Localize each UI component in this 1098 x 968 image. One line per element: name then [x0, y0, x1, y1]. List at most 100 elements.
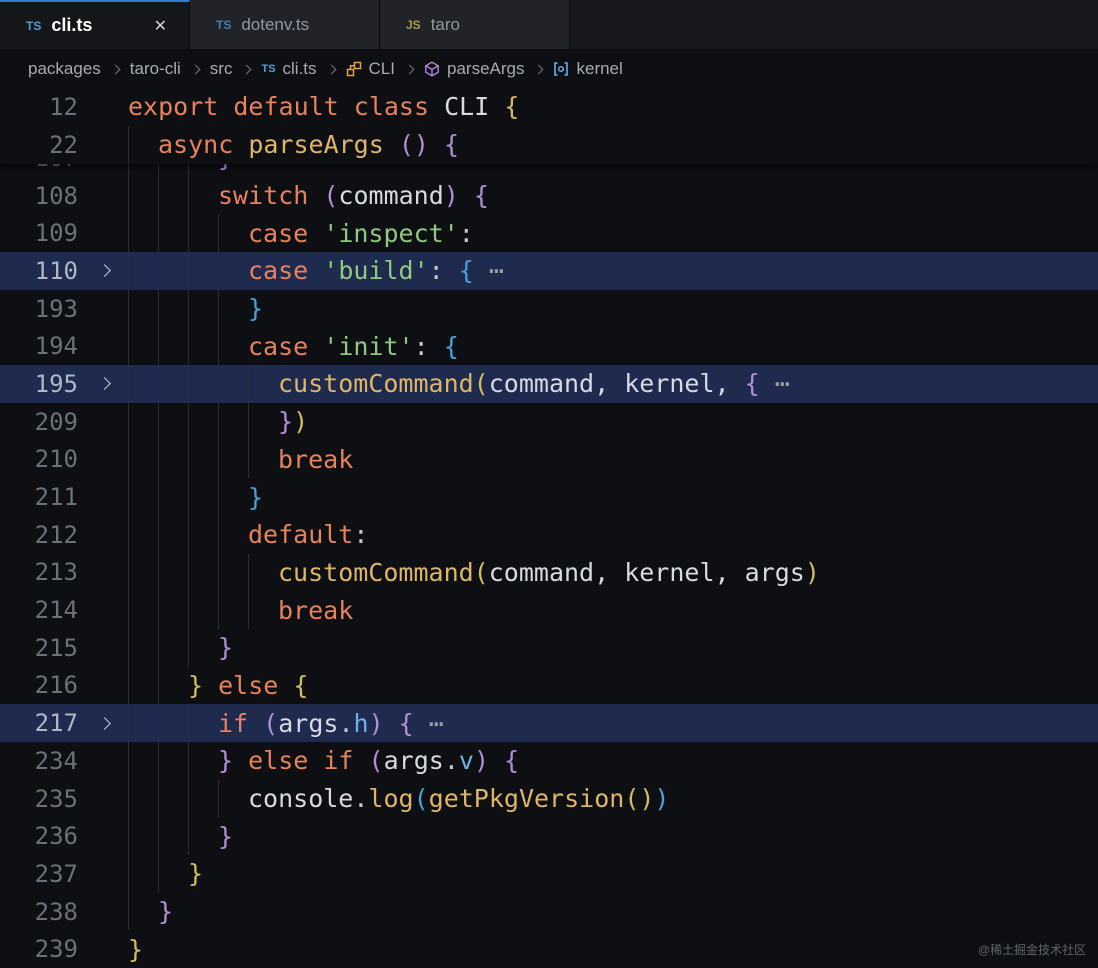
- tab-taro[interactable]: JS taro: [380, 0, 570, 49]
- gutter: 237: [0, 855, 128, 893]
- code-line-237[interactable]: 237}: [0, 855, 1098, 893]
- code-content: }: [128, 817, 1098, 856]
- code-line-214[interactable]: 214 break: [0, 591, 1098, 629]
- breadcrumb-separator-icon: [534, 64, 544, 74]
- code-line-235[interactable]: 235 console. log(getPkgVersion()): [0, 779, 1098, 818]
- chevron-right-icon[interactable]: [97, 264, 111, 278]
- fold-area: [84, 817, 128, 855]
- sticky-line-12[interactable]: 12 export default class CLI {: [0, 88, 1098, 126]
- code-line-110[interactable]: 110 case 'build': { ⋯: [0, 252, 1098, 290]
- breadcrumb-label: CLI: [368, 59, 395, 78]
- code-content: }: [128, 289, 1098, 328]
- breadcrumb-item-parseArgs[interactable]: parseArgs: [424, 59, 524, 79]
- watermark: @稀土掘金技术社区: [977, 943, 1086, 957]
- code-line-194[interactable]: 194 case 'init': {: [0, 327, 1098, 366]
- indent-guides: [128, 704, 218, 742]
- code-line-210[interactable]: 210 break: [0, 440, 1098, 479]
- indent-guides: [128, 440, 278, 479]
- line-number: 194: [34, 332, 78, 361]
- line-number: 236: [34, 822, 78, 851]
- code-content: } else if (args. v) {: [128, 742, 1098, 780]
- code-line-239[interactable]: 239}: [0, 930, 1098, 968]
- gutter: 194: [0, 327, 128, 365]
- code-content: default:: [128, 515, 1098, 554]
- close-icon[interactable]: ✕: [150, 14, 171, 38]
- code-content: break: [128, 440, 1098, 479]
- fold-area: [84, 930, 128, 968]
- code-line-195[interactable]: 195 customCommand(command, kernel, { ⋯: [0, 365, 1098, 403]
- code-line-212[interactable]: 212 default:: [0, 515, 1098, 554]
- fold-area: [84, 855, 128, 893]
- breadcrumb-item-cli.ts[interactable]: TS cli.ts: [261, 59, 316, 79]
- breadcrumb-item-taro-cli[interactable]: taro-cli: [130, 59, 181, 79]
- tab-cli.ts[interactable]: TS cli.ts ✕: [0, 0, 190, 49]
- gutter: 236: [0, 817, 128, 855]
- indent-guides: [128, 628, 218, 667]
- code-line-217[interactable]: 217 if (args. h) { ⋯: [0, 704, 1098, 742]
- code-line-193[interactable]: 193}: [0, 289, 1098, 328]
- gutter: 216: [0, 667, 128, 705]
- fold-area: [84, 365, 128, 403]
- code-content: console. log(getPkgVersion()): [128, 779, 1098, 818]
- breadcrumb-item-packages[interactable]: packages: [28, 59, 101, 79]
- symbol-class-icon: [346, 61, 361, 77]
- ts-file-icon: TS: [216, 17, 232, 32]
- gutter: 110: [0, 252, 128, 290]
- gutter: 238: [0, 893, 128, 931]
- tab-label: taro: [430, 14, 460, 34]
- chevron-right-icon[interactable]: [97, 716, 111, 730]
- fold-area: [84, 290, 128, 328]
- code-content: switch (command) {: [128, 176, 1098, 215]
- folded-code-ellipsis[interactable]: ⋯: [489, 256, 504, 285]
- code-line-213[interactable]: 213 customCommand(command, kernel, args): [0, 553, 1098, 592]
- code-line-209[interactable]: 209}): [0, 402, 1098, 441]
- fold-area: [84, 667, 128, 705]
- indent-guides: [128, 125, 158, 164]
- folded-code-ellipsis[interactable]: ⋯: [429, 709, 444, 738]
- sticky-line-22[interactable]: 22 async parseArgs () {: [0, 125, 1098, 164]
- fold-area: [84, 704, 128, 742]
- tab-dotenv.ts[interactable]: TS dotenv.ts: [190, 0, 380, 49]
- line-number: 239: [34, 935, 78, 964]
- indent-guides: [128, 553, 278, 592]
- symbol-field-icon: [554, 62, 569, 76]
- line-number: 22: [49, 130, 78, 159]
- indent-guides: [128, 478, 248, 516]
- code-content: }: [128, 628, 1098, 667]
- breadcrumb-separator-icon: [404, 64, 415, 74]
- indent-guides: [128, 742, 218, 780]
- breadcrumb-separator-icon: [190, 64, 201, 74]
- indent-guides: [128, 289, 248, 328]
- fold-area: [84, 893, 128, 931]
- indent-guides: [128, 666, 188, 705]
- breadcrumb-label: parseArgs: [447, 59, 525, 78]
- fold-area: [84, 441, 128, 479]
- gutter: 22: [0, 126, 128, 164]
- line-number: 110: [34, 256, 78, 285]
- code-line-108[interactable]: 108 switch (command) {: [0, 176, 1098, 215]
- code-content: if (args. h) { ⋯: [128, 704, 1098, 742]
- code-line-234[interactable]: 234} else if (args. v) {: [0, 742, 1098, 780]
- code-line-109[interactable]: 109 case 'inspect':: [0, 214, 1098, 253]
- breadcrumb-item-kernel[interactable]: kernel: [553, 59, 623, 79]
- code-line-236[interactable]: 236}: [0, 817, 1098, 856]
- line-number: 195: [34, 369, 78, 398]
- fold-area: [84, 327, 128, 365]
- fold-area: [84, 252, 128, 290]
- tab-label: dotenv.ts: [241, 14, 310, 34]
- js-file-icon: JS: [406, 17, 421, 32]
- code-editor[interactable]: 107}108switch (command) {109case 'inspec…: [0, 88, 1098, 968]
- code-line-211[interactable]: 211}: [0, 478, 1098, 516]
- breadcrumb-item-src[interactable]: src: [210, 59, 233, 79]
- line-number: 235: [34, 784, 78, 813]
- fold-area: [84, 742, 128, 780]
- chevron-right-icon[interactable]: [97, 377, 111, 391]
- breadcrumb-item-CLI[interactable]: CLI: [346, 59, 395, 79]
- code-line-216[interactable]: 216} else {: [0, 666, 1098, 705]
- folded-code-ellipsis[interactable]: ⋯: [775, 369, 790, 398]
- code-line-238[interactable]: 238}: [0, 892, 1098, 931]
- indent-guides: [128, 327, 248, 366]
- code-line-215[interactable]: 215}: [0, 628, 1098, 667]
- code-content: case 'build': { ⋯: [128, 252, 1098, 290]
- line-number: 193: [34, 294, 78, 323]
